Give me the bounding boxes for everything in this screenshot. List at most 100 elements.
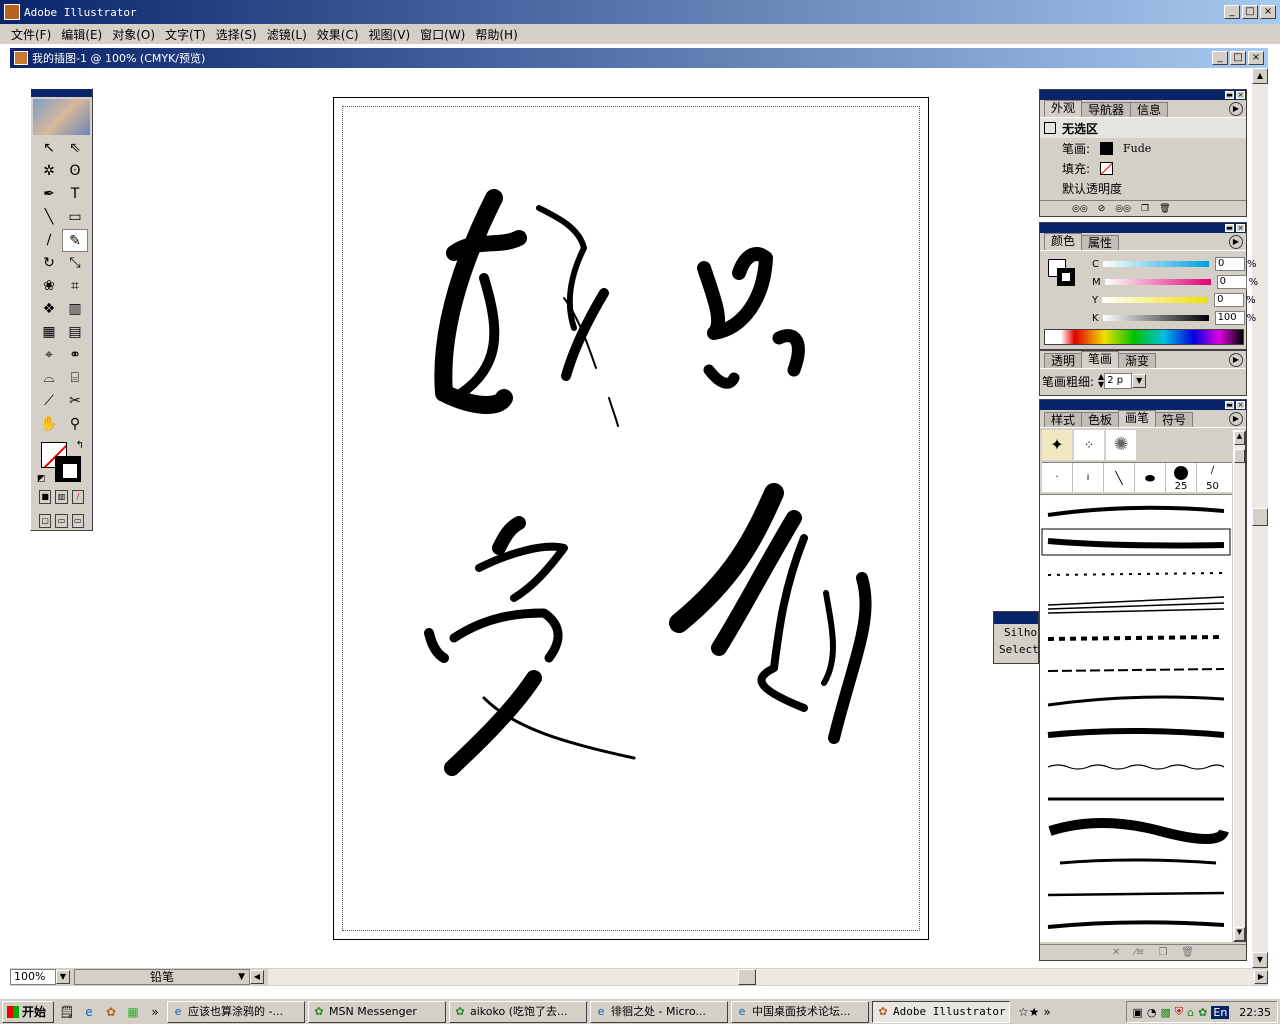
menu-select[interactable]: 选择(S) xyxy=(211,26,262,43)
full-screen-menu-mode-icon[interactable]: ▭ xyxy=(55,514,68,528)
menu-window[interactable]: 窗口(W) xyxy=(415,26,470,43)
menu-file[interactable]: 文件(F) xyxy=(6,26,56,43)
taskbar-task-4[interactable]: e 徘徊之处 - Micro... xyxy=(590,1000,728,1023)
rectangle-tool-icon[interactable]: ▭ xyxy=(62,206,88,229)
taskbar-task-2[interactable]: ✿ MSN Messenger xyxy=(308,1000,446,1023)
scissors-tool-icon[interactable]: ✂ xyxy=(62,390,88,413)
horizontal-scrollbar[interactable] xyxy=(268,969,1254,985)
calligraphic-brush-50pt-icon[interactable]: ∕ 50 xyxy=(1197,463,1228,492)
blend-tool-icon[interactable]: ⚭ xyxy=(62,344,88,367)
eyedropper-tool-icon[interactable]: ⌖ xyxy=(36,344,62,367)
doc-maximize-button[interactable]: □ xyxy=(1230,51,1246,65)
pen-tool-icon[interactable]: ✒ xyxy=(36,183,62,206)
art-brush-item[interactable] xyxy=(1048,818,1229,844)
color-palette-header[interactable]: ▬ × xyxy=(1040,223,1246,233)
zoom-tool-icon[interactable]: ⚲ xyxy=(62,413,88,436)
cyan-slider-row[interactable]: C 0 % xyxy=(1092,255,1257,273)
tray-icon-1[interactable]: ▣ xyxy=(1133,1006,1143,1019)
color-palette-close-button[interactable]: × xyxy=(1236,224,1245,232)
tab-symbols[interactable]: 符号 xyxy=(1155,412,1194,427)
black-value[interactable]: 100 xyxy=(1214,311,1245,325)
yellow-value[interactable]: 0 xyxy=(1214,293,1245,307)
art-brush-item[interactable] xyxy=(1059,858,1217,865)
tab-color[interactable]: 颜色 xyxy=(1044,233,1083,250)
palette-close-button[interactable]: × xyxy=(1236,91,1245,99)
appearance-stroke-row[interactable]: 笔画: Fude xyxy=(1040,138,1246,158)
default-colors-icon[interactable]: ◩ xyxy=(37,474,46,484)
warp-tool-icon[interactable]: ❀ xyxy=(36,275,62,298)
language-indicator[interactable]: En xyxy=(1211,1005,1230,1019)
scroll-left-arrow-icon[interactable]: ◀ xyxy=(250,970,264,984)
rotate-tool-icon[interactable]: ↻ xyxy=(36,252,62,275)
black-slider-row[interactable]: K 100 % xyxy=(1092,309,1256,327)
calligraphic-brush-angled-icon[interactable]: ╲ xyxy=(1104,463,1135,492)
art-brush-item[interactable] xyxy=(1047,764,1225,770)
palette-minimize-button[interactable]: ▬ xyxy=(1225,91,1234,99)
menu-help[interactable]: 帮助(H) xyxy=(470,26,522,43)
vertical-scroll-thumb[interactable] xyxy=(1252,508,1268,526)
art-brush-item[interactable] xyxy=(1047,635,1225,641)
brushes-palette-header[interactable]: ▬ × xyxy=(1040,400,1246,410)
art-brush-item[interactable] xyxy=(1047,891,1225,897)
brushes-palette-close-button[interactable]: × xyxy=(1236,401,1245,409)
lasso-tool-icon[interactable]: ʘ xyxy=(62,160,88,183)
floating-palette-line2[interactable]: Select xyxy=(994,639,1038,656)
art-brush-item[interactable] xyxy=(1047,596,1225,614)
delete-item-icon[interactable]: 🗑 xyxy=(1159,204,1170,214)
gradient-mode-icon[interactable]: ▥ xyxy=(55,490,68,504)
art-brush-item[interactable] xyxy=(1047,920,1225,929)
graph-tool-icon[interactable]: ▥ xyxy=(62,298,88,321)
stroke-weight-value[interactable]: 2 p xyxy=(1104,373,1133,389)
taskbar-task-1[interactable]: e 应该也算涂鸦的 -... xyxy=(167,1000,305,1023)
horizontal-scroll-thumb[interactable] xyxy=(738,969,756,985)
menu-filter[interactable]: 滤镜(L) xyxy=(262,26,312,43)
color-palette-menu-arrow-icon[interactable]: ▶ xyxy=(1229,235,1243,249)
quicklaunch-app-icon[interactable]: ▦ xyxy=(124,1003,142,1021)
doc-close-button[interactable]: × xyxy=(1248,51,1264,65)
document-icon[interactable] xyxy=(14,51,28,65)
calligraphic-brush-oval-icon[interactable]: ⬬ xyxy=(1135,463,1166,492)
tab-info[interactable]: 信息 xyxy=(1130,102,1169,117)
tray-icon-2[interactable]: ◔ xyxy=(1147,1006,1157,1019)
duplicate-item-icon[interactable]: ❐ xyxy=(1141,204,1149,214)
calligraphy-artwork[interactable] xyxy=(334,98,930,941)
scroll-up-arrow-icon[interactable]: ▲ xyxy=(1252,68,1268,84)
art-brush-item-selected[interactable] xyxy=(1047,538,1225,549)
yellow-slider-row[interactable]: Y 0 % xyxy=(1092,291,1256,309)
art-brush-item[interactable] xyxy=(1047,668,1225,672)
start-button[interactable]: 开始 xyxy=(2,1000,54,1023)
taskbar-task-5[interactable]: e 中国桌面技术论坛... xyxy=(731,1000,869,1023)
minimize-button[interactable]: _ xyxy=(1224,5,1240,19)
selection-tool-icon[interactable]: ↖ xyxy=(36,137,62,160)
scroll-right-arrow-icon[interactable]: ▶ xyxy=(1254,970,1268,984)
stroke-black-swatch[interactable] xyxy=(55,456,81,482)
taskbar-task-3[interactable]: ✿ aikoko (吃饱了去... xyxy=(449,1000,587,1023)
delete-brush-icon[interactable]: 🗑 xyxy=(1181,947,1194,958)
tab-swatches[interactable]: 色板 xyxy=(1081,412,1120,427)
full-screen-mode-icon[interactable]: ▭ xyxy=(71,514,84,528)
tray-icon-4[interactable]: ⛨ xyxy=(1175,1005,1183,1019)
floating-palette-line1[interactable]: Silho xyxy=(994,624,1038,639)
free-transform-tool-icon[interactable]: ⌗ xyxy=(62,275,88,298)
new-brush-icon[interactable]: ❐ xyxy=(1158,947,1167,958)
quicklaunch-desktop-icon[interactable]: 🗒 xyxy=(58,1003,76,1021)
brushes-scroll-up-icon[interactable]: ▲ xyxy=(1234,431,1245,445)
art-brush-item[interactable] xyxy=(1047,695,1225,707)
none-mode-icon[interactable]: ∕ xyxy=(71,490,84,504)
scatter-brush-butterfly-icon[interactable]: ✦ xyxy=(1042,430,1072,460)
close-button[interactable]: × xyxy=(1260,5,1276,19)
menu-object[interactable]: 对象(O) xyxy=(107,26,160,43)
palette-menu-arrow-icon[interactable]: ▶ xyxy=(1229,102,1243,116)
zoom-field[interactable]: 100% xyxy=(10,969,56,985)
gradient-tool-icon[interactable]: ▤ xyxy=(62,321,88,344)
quicklaunch-more-icon[interactable]: » xyxy=(146,1003,164,1021)
brushes-scrollbar[interactable]: ▲ ▼ xyxy=(1233,430,1246,942)
magenta-value[interactable]: 0 xyxy=(1216,275,1247,289)
calligraphic-brush-3pt-icon[interactable]: ı xyxy=(1073,463,1104,492)
tray-icon-5[interactable]: ⌂ xyxy=(1187,1006,1194,1019)
artboard[interactable] xyxy=(333,97,929,940)
scale-tool-icon[interactable]: ⤡ xyxy=(62,252,88,275)
color-spectrum-bar[interactable] xyxy=(1044,329,1244,345)
mesh-tool-icon[interactable]: ▦ xyxy=(36,321,62,344)
art-brush-item[interactable] xyxy=(1047,572,1225,576)
